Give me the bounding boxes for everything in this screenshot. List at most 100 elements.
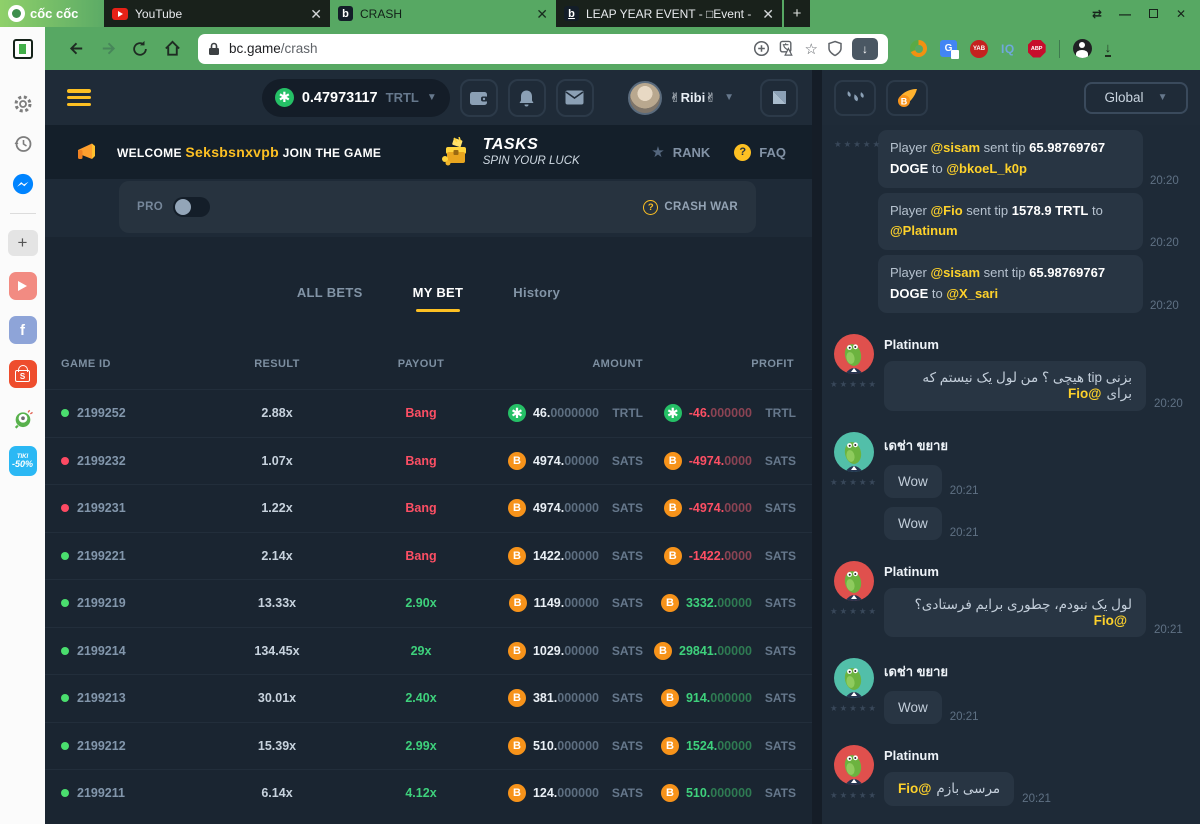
amount-currency: SATS <box>606 644 643 658</box>
chat-toggle-button[interactable] <box>760 79 798 117</box>
chat-message: ★★★★★ Platinum بزنی tip هیچی ؟ من لول یک… <box>834 334 1188 411</box>
back-button[interactable] <box>62 35 90 63</box>
tab-history[interactable]: History <box>513 285 560 317</box>
crocodile-avatar[interactable] <box>834 745 874 785</box>
bet-table-row[interactable]: 2199213 30.01x 2.40x B 381.000000 SATS B… <box>45 674 812 722</box>
translate-icon[interactable] <box>779 40 796 57</box>
chat-messages[interactable]: ★★★★★ Player @sisam sent tip 65.98769767… <box>822 125 1200 824</box>
tip-to-mention[interactable]: @Platinum <box>890 223 958 238</box>
download-active-icon[interactable]: ↓ <box>852 38 878 60</box>
bet-table-row[interactable]: 2199219 13.33x 2.90x B 1149.00000 SATS B… <box>45 579 812 627</box>
crocodile-avatar[interactable] <box>834 561 874 601</box>
history-clock-icon[interactable] <box>12 133 34 155</box>
chat-username[interactable]: Platinum <box>884 748 1188 763</box>
reload-button[interactable] <box>126 35 154 63</box>
tiki-app-icon[interactable]: TIKI -50% <box>9 446 37 476</box>
faq-link[interactable]: ? FAQ <box>734 144 786 161</box>
bet-table-row[interactable]: 2199214 134.45x 29x B 1029.00000 SATS B … <box>45 627 812 675</box>
coccoc-app-icon[interactable] <box>12 408 34 430</box>
tip-from-mention[interactable]: @Fio <box>930 203 962 218</box>
tip-to-mention[interactable]: @bkoeL_k0p <box>946 161 1027 176</box>
yab-extension-icon[interactable]: YAB <box>970 40 988 58</box>
balance-selector[interactable]: ✱ 0.47973117 TRTL ▼ <box>262 79 450 117</box>
shield-adblock-icon[interactable] <box>827 40 843 57</box>
tab-my-bet[interactable]: MY BET <box>413 285 464 317</box>
adblock-plus-extension-icon[interactable]: ABP <box>1028 40 1046 58</box>
shopee-app-icon[interactable]: S <box>9 360 37 388</box>
tip-to-mention[interactable]: @X_sari <box>946 286 998 301</box>
google-translate-extension-icon[interactable]: G <box>940 40 957 57</box>
savior-extension-icon[interactable] <box>910 40 927 57</box>
sidebar-toggle-icon[interactable] <box>13 39 33 59</box>
chat-username[interactable]: เดช่า ขยาย <box>884 435 1188 456</box>
crocodile-avatar[interactable] <box>834 334 874 374</box>
tab-close-icon[interactable]: ✕ <box>536 7 548 21</box>
close-window-button[interactable]: ✕ <box>1170 7 1192 21</box>
tasks-label: TASKS SPIN YOUR LUCK <box>483 136 580 168</box>
tab-close-icon[interactable]: ✕ <box>762 7 774 21</box>
crash-war-link[interactable]: ? CRASH WAR <box>643 200 738 215</box>
bookmark-star-icon[interactable]: ☆ <box>805 40 818 58</box>
amount-coin-icon: B <box>509 594 527 612</box>
coccoc-brand[interactable]: cốc cốc <box>0 0 104 27</box>
address-bar[interactable]: bc.game/crash ☆ ↓ <box>198 34 888 64</box>
user-menu[interactable]: ✌Ribi✌ ▼ <box>628 81 734 115</box>
bet-table-row[interactable]: 2199232 1.07x Bang B 4974.00000 SATS B -… <box>45 437 812 485</box>
chat-username[interactable]: Platinum <box>884 337 1188 352</box>
circle-plus-icon[interactable] <box>753 40 770 57</box>
amount-cell: ✱ 46.0000000 TRTL <box>497 404 643 422</box>
facebook-app-icon[interactable]: f <box>9 316 37 344</box>
tip-bubble: Player @sisam sent tip 65.98769767 DOGE … <box>878 255 1143 313</box>
crocodile-avatar[interactable] <box>834 658 874 698</box>
crocodile-avatar[interactable] <box>834 432 874 472</box>
tab-all-bets[interactable]: ALL BETS <box>297 285 363 317</box>
tab-crash-active[interactable]: b CRASH ✕ <box>330 0 556 27</box>
add-app-button[interactable]: + <box>8 230 38 256</box>
bet-table-row[interactable]: 2199231 1.22x Bang B 4974.00000 SATS B -… <box>45 484 812 532</box>
chat-channel-selector[interactable]: Global ▼ <box>1084 82 1188 114</box>
user-avatar <box>628 81 662 115</box>
bet-table-row[interactable]: 2199252 2.88x Bang ✱ 46.0000000 TRTL ✱ -… <box>45 389 812 437</box>
tip-from-mention[interactable]: @sisam <box>930 265 980 280</box>
chat-mention[interactable]: @Fio <box>898 781 931 796</box>
rain-tips-button[interactable] <box>834 80 876 116</box>
bet-table-row[interactable]: 2199211 6.14x 4.12x B 124.000000 SATS B … <box>45 769 812 817</box>
downloads-icon[interactable]: ↓ <box>1105 41 1112 57</box>
game-status-dot <box>61 647 69 655</box>
new-tab-button[interactable]: + <box>784 0 810 27</box>
pro-toggle[interactable] <box>173 197 210 217</box>
tasks-shortcut[interactable]: TASKS SPIN YOUR LUCK <box>439 136 580 168</box>
bet-table-row[interactable]: 2199221 2.14x Bang B 1422.00000 SATS B -… <box>45 532 812 580</box>
minimize-button[interactable]: — <box>1114 7 1136 21</box>
amount-coin-icon: B <box>508 689 526 707</box>
chat-mention[interactable]: @Fio <box>1068 386 1101 401</box>
notifications-bell-button[interactable] <box>508 79 546 117</box>
maximize-button[interactable] <box>1142 7 1164 21</box>
chat-username[interactable]: Platinum <box>884 564 1188 579</box>
wallet-button[interactable] <box>460 79 498 117</box>
rank-link[interactable]: ★ RANK <box>651 143 710 161</box>
messenger-icon[interactable] <box>12 173 34 195</box>
tip-from-mention[interactable]: @sisam <box>930 140 980 155</box>
settings-gear-icon[interactable] <box>12 93 34 115</box>
youtube-app-icon[interactable] <box>9 272 37 300</box>
tab-leap-year-event[interactable]: b LEAP YEAR EVENT - □Event - C ✕ <box>556 0 782 27</box>
profit-cell: B 914.000000 SATS <box>643 689 796 707</box>
hamburger-menu-icon[interactable] <box>67 89 91 106</box>
tab-sync-arrows-icon[interactable]: ⇄ <box>1086 7 1108 21</box>
coin-drop-fire-button[interactable]: B <box>886 80 928 116</box>
forward-button[interactable] <box>94 35 122 63</box>
messages-envelope-button[interactable] <box>556 79 594 117</box>
amount-decimals: 00000 <box>564 644 599 658</box>
payout-value: Bang <box>345 406 497 420</box>
tab-close-icon[interactable]: ✕ <box>310 7 322 21</box>
chat-mention[interactable]: @Fio <box>1094 613 1127 628</box>
profit-value: 3332.00000 <box>686 596 752 610</box>
chat-username[interactable]: เดช่า ขยาย <box>884 661 1188 682</box>
home-button[interactable] <box>158 35 186 63</box>
iq-extension-icon[interactable]: IQ <box>1001 42 1015 56</box>
bet-table-row[interactable]: 2199212 15.39x 2.99x B 510.000000 SATS B… <box>45 722 812 770</box>
profit-main: -46. <box>689 406 711 420</box>
tab-youtube[interactable]: YouTube ✕ <box>104 0 330 27</box>
browser-profile-icon[interactable] <box>1073 39 1092 58</box>
